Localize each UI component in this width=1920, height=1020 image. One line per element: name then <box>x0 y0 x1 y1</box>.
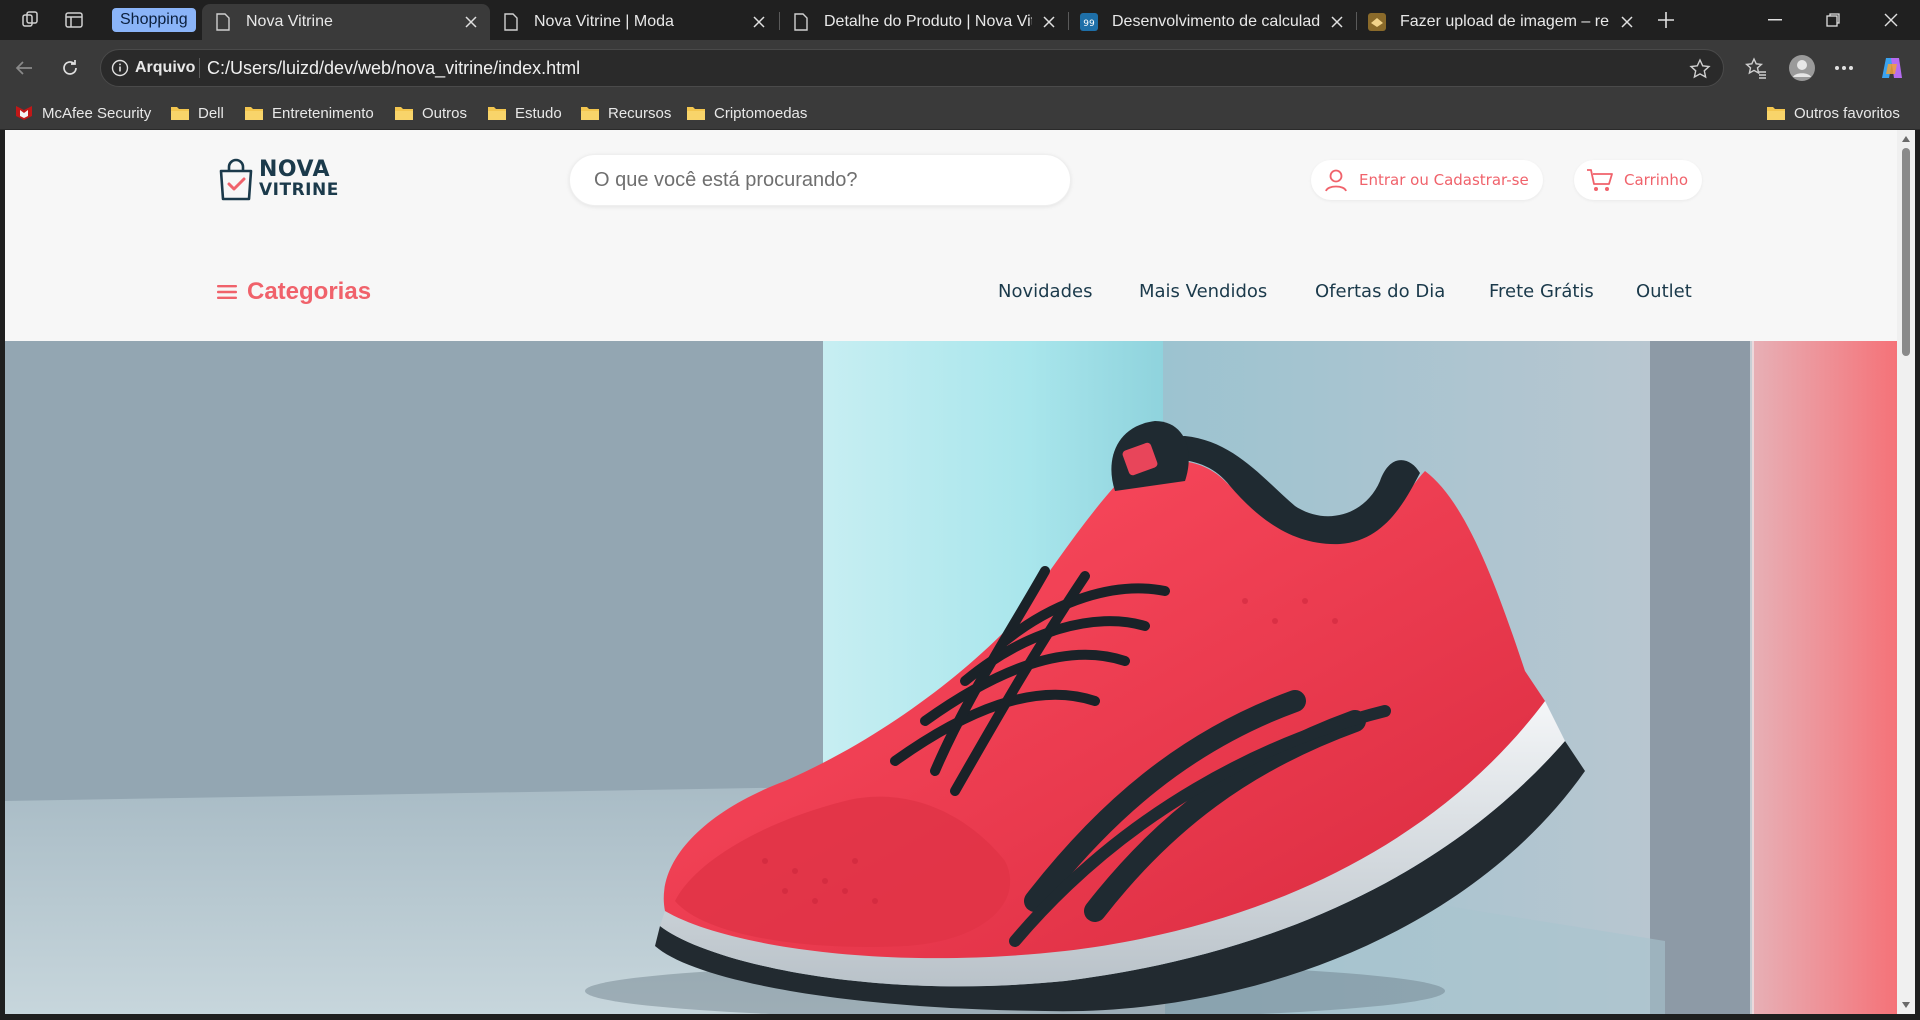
hero-banner[interactable] <box>5 341 1897 1014</box>
tab-detalhe-produto[interactable]: Detalhe do Produto | Nova Vitrine <box>780 4 1068 40</box>
bookmark-label: Criptomoedas <box>714 104 808 122</box>
profile-avatar[interactable] <box>1786 52 1818 84</box>
bookmarks-bar: McAfee Security Dell Entretenimento Outr… <box>0 96 1920 130</box>
page-icon <box>502 13 520 31</box>
nav-link-frete-gratis[interactable]: Frete Grátis <box>1489 281 1594 302</box>
page-viewport: NOVA VITRINE Entrar ou Cadastrar-se Carr… <box>5 130 1897 1014</box>
bookmark-recursos[interactable]: Recursos <box>580 102 671 124</box>
bookmark-label: McAfee Security <box>42 104 152 122</box>
bookmark-outros[interactable]: Outros <box>394 102 467 124</box>
bookmark-estudo[interactable]: Estudo <box>487 102 562 124</box>
folder-icon <box>687 107 705 120</box>
folder-icon <box>488 107 506 120</box>
mcafee-icon <box>16 106 32 120</box>
tab-calculadora[interactable]: 99 Desenvolvimento de calculadora <box>1068 4 1356 40</box>
tab-strip: Shopping Nova Vitrine Nova Vitrine | Mod… <box>0 0 1920 40</box>
svg-text:99: 99 <box>1083 19 1095 29</box>
site-logo[interactable]: NOVA VITRINE <box>217 158 339 202</box>
red-running-shoe-photo <box>5 341 1897 1014</box>
search-box[interactable] <box>569 154 1071 206</box>
bookmark-mcafee[interactable]: McAfee Security <box>14 102 151 124</box>
more-options-icon[interactable] <box>1830 54 1858 82</box>
bookmark-label: Outros <box>422 104 468 122</box>
nav-link-novidades[interactable]: Novidades <box>998 281 1092 302</box>
page-icon <box>792 13 810 31</box>
address-separator <box>199 58 200 78</box>
close-tab-icon[interactable] <box>1618 13 1636 31</box>
bookmark-outros-favoritos[interactable]: Outros favoritos <box>1766 102 1900 124</box>
address-bar[interactable]: Arquivo C:/Users/luizd/dev/web/nova_vitr… <box>100 49 1724 87</box>
browser-toolbar: Arquivo C:/Users/luizd/dev/web/nova_vitr… <box>0 40 1920 96</box>
favorites-icon[interactable] <box>1742 54 1770 82</box>
vertical-tabs-icon[interactable] <box>62 8 86 32</box>
nav-link-outlet[interactable]: Outlet <box>1636 281 1692 302</box>
bookmark-dell[interactable]: Dell <box>170 102 224 124</box>
close-tab-icon[interactable] <box>1328 13 1346 31</box>
user-icon <box>1325 169 1347 192</box>
cart-button[interactable]: Carrinho <box>1574 160 1703 200</box>
tab-nova-vitrine[interactable]: Nova Vitrine <box>202 4 490 40</box>
login-button[interactable]: Entrar ou Cadastrar-se <box>1311 160 1543 200</box>
folder-icon <box>171 107 189 120</box>
cart-label: Carrinho <box>1624 171 1689 189</box>
login-label: Entrar ou Cadastrar-se <box>1359 171 1529 189</box>
close-tab-icon[interactable] <box>1040 13 1058 31</box>
bookmark-label: Recursos <box>608 104 672 122</box>
tab-title: Detalhe do Produto | Nova Vitrine <box>824 13 1032 30</box>
site-header: NOVA VITRINE Entrar ou Cadastrar-se Carr… <box>5 130 1897 340</box>
copilot-icon[interactable] <box>1878 54 1906 82</box>
shopping-bag-logo-icon <box>219 158 253 201</box>
page-icon <box>214 13 232 31</box>
scheme-label: Arquivo <box>135 59 196 76</box>
bookmark-criptomoedas[interactable]: Criptomoedas <box>686 102 807 124</box>
back-icon[interactable] <box>10 54 38 82</box>
restore-icon[interactable] <box>1810 6 1856 34</box>
calculator-site-icon: 99 <box>1080 13 1098 31</box>
folder-icon <box>395 107 413 120</box>
info-icon[interactable] <box>111 59 129 77</box>
favorite-star-icon[interactable] <box>1689 58 1711 80</box>
nav-link-ofertas-do-dia[interactable]: Ofertas do Dia <box>1315 281 1445 302</box>
categories-label: Categorias <box>247 278 372 305</box>
bookmark-label: Estudo <box>515 104 562 122</box>
tab-title: Nova Vitrine <box>246 13 333 30</box>
workspaces-icon[interactable] <box>18 8 42 32</box>
scroll-down-arrow-icon[interactable] <box>1901 1000 1911 1010</box>
minimize-icon[interactable] <box>1752 6 1798 34</box>
nav-link-mais-vendidos[interactable]: Mais Vendidos <box>1139 281 1267 302</box>
hamburger-menu-icon <box>217 285 237 299</box>
folder-icon <box>581 107 599 120</box>
upload-site-icon <box>1368 13 1386 31</box>
categories-menu-button[interactable]: Categorias <box>217 278 371 306</box>
close-tab-icon[interactable] <box>462 13 480 31</box>
bookmark-entretenimento[interactable]: Entretenimento <box>244 102 374 124</box>
tab-nova-vitrine-moda[interactable]: Nova Vitrine | Moda <box>490 4 778 40</box>
address-url[interactable]: C:/Users/luizd/dev/web/nova_vitrine/inde… <box>207 58 580 79</box>
bookmark-label: Entretenimento <box>272 104 374 122</box>
refresh-icon[interactable] <box>56 54 84 82</box>
tab-title: Fazer upload de imagem – remove <box>1400 13 1610 30</box>
scroll-up-arrow-icon[interactable] <box>1901 134 1911 144</box>
bookmark-label: Outros favoritos <box>1794 104 1900 122</box>
logo-line-1: NOVA <box>259 157 331 182</box>
folder-icon <box>245 107 263 120</box>
cart-icon <box>1587 169 1613 191</box>
tab-title: Desenvolvimento de calculadora <box>1112 13 1320 30</box>
tab-upload-imagem[interactable]: Fazer upload de imagem – remove <box>1356 4 1646 40</box>
logo-line-2: VITRINE <box>259 180 339 200</box>
page-scrollbar[interactable] <box>1897 130 1915 1014</box>
bookmark-label: Dell <box>198 104 224 122</box>
folder-icon <box>1767 107 1785 120</box>
search-input[interactable] <box>594 155 1054 205</box>
tab-title: Nova Vitrine | Moda <box>534 13 674 30</box>
close-tab-icon[interactable] <box>750 13 768 31</box>
scrollbar-thumb[interactable] <box>1902 148 1910 356</box>
close-window-icon[interactable] <box>1868 6 1914 34</box>
shopping-badge[interactable]: Shopping <box>112 8 196 32</box>
new-tab-icon[interactable] <box>1652 8 1680 32</box>
